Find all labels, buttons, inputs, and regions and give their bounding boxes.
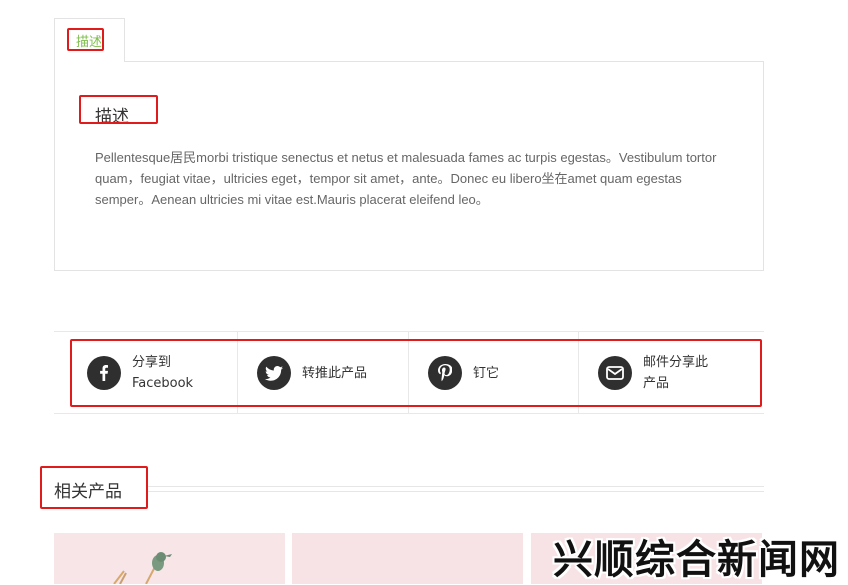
product-image [54, 533, 285, 584]
product-thumbnail[interactable] [54, 533, 285, 584]
highlight-box [70, 339, 762, 407]
description-text: Pellentesque居民morbi tristique senectus e… [95, 150, 717, 207]
highlight-box [40, 466, 148, 509]
divider [148, 486, 764, 487]
divider [148, 491, 764, 492]
watermark: 兴顺综合新闻网 [553, 537, 840, 583]
divider [54, 331, 764, 332]
product-thumbnail[interactable] [292, 533, 523, 584]
divider [54, 413, 764, 414]
highlight-box [79, 95, 158, 124]
highlight-box [67, 28, 104, 51]
